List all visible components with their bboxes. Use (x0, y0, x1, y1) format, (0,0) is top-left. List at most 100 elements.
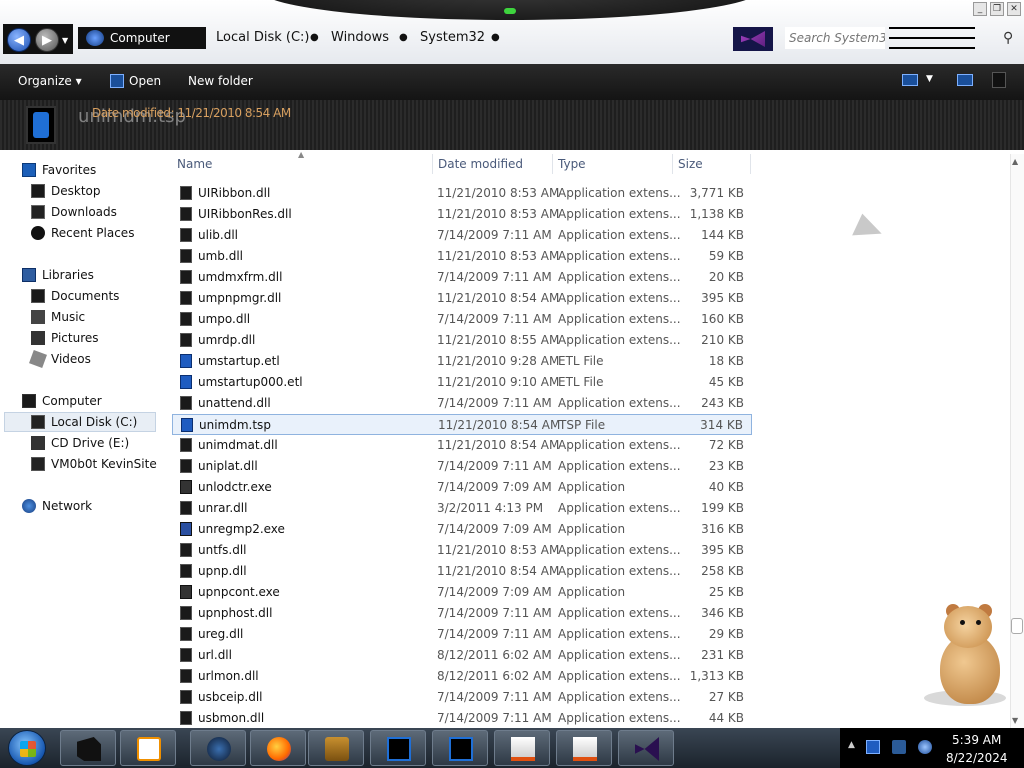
table-row[interactable]: usbmon.dll 7/14/2009 7:11 AM Application e… (172, 708, 752, 728)
table-row[interactable]: upnphost.dll 7/14/2009 7:11 AM Application… (172, 603, 752, 624)
search-icon[interactable]: ⚲ (1003, 30, 1013, 46)
tray-app-icon[interactable] (866, 740, 880, 754)
column-header-date[interactable]: Date modified (438, 157, 523, 171)
column-header-size[interactable]: Size (678, 157, 703, 171)
nav-recent-places[interactable]: Recent Places (31, 226, 134, 240)
network-status-icon[interactable] (892, 740, 906, 754)
taskbar-box-app[interactable] (308, 730, 364, 766)
table-row[interactable]: ulib.dll 7/14/2009 7:11 AM Application ext… (172, 225, 752, 246)
table-row[interactable]: umrdp.dll 11/21/2010 8:55 AM Application e… (172, 330, 752, 351)
nav-pictures[interactable]: Pictures (31, 331, 99, 345)
table-row[interactable]: UIRibbon.dll 11/21/2010 8:53 AM Applicatio… (172, 183, 752, 204)
nav-label: Favorites (42, 163, 97, 177)
help-icon[interactable] (992, 72, 1006, 88)
nav-network[interactable]: Network (22, 499, 92, 513)
close-button[interactable]: ✕ (1007, 2, 1021, 16)
nav-videos[interactable]: Videos (29, 350, 91, 368)
open-button[interactable]: Open (129, 74, 161, 88)
table-row[interactable]: urlmon.dll 8/12/2011 6:02 AM Application e… (172, 666, 752, 687)
view-dropdown-icon[interactable]: ▼ (926, 74, 933, 84)
nav-libraries[interactable]: Libraries (22, 268, 94, 282)
table-row[interactable]: untfs.dll 11/21/2010 8:53 AM Application e… (172, 540, 752, 561)
taskbar-terminal-app[interactable] (60, 730, 116, 766)
file-preview-icon (26, 106, 56, 144)
nav-local-disk[interactable]: Local Disk (C:) (31, 415, 137, 429)
taskbar-media-player-app[interactable] (120, 730, 176, 766)
view-options-icon[interactable] (902, 74, 918, 86)
table-row[interactable]: unattend.dll 7/14/2009 7:11 AM Application… (172, 393, 752, 414)
taskbar-globe-app[interactable] (190, 730, 246, 766)
breadcrumb-system32[interactable]: System32 (420, 30, 485, 45)
nav-downloads[interactable]: Downloads (31, 205, 117, 219)
clock-date[interactable]: 8/22/2024 (946, 751, 1008, 765)
column-header-name[interactable]: Name (177, 157, 212, 171)
table-row[interactable]: umstartup000.etl 11/21/2010 9:10 AM ETL Fi… (172, 372, 752, 393)
nav-favorites[interactable]: Favorites (22, 163, 96, 177)
visual-studio-icon[interactable] (733, 27, 773, 51)
table-row[interactable]: upnp.dll 11/21/2010 8:54 AM Application ex… (172, 561, 752, 582)
file-name: ulib.dll (198, 228, 238, 242)
taskbar-java-app-2[interactable] (556, 730, 612, 766)
table-row[interactable]: unregmp2.exe 7/14/2009 7:09 AM Application… (172, 519, 752, 540)
new-folder-button[interactable]: New folder (188, 74, 253, 88)
breadcrumb-local-disk[interactable]: Local Disk (C:) (216, 30, 309, 45)
column-divider[interactable] (672, 154, 673, 174)
table-row-selected[interactable]: unimdm.tsp 11/21/2010 8:54 AM TSP File 314 … (172, 414, 752, 435)
table-row[interactable]: umpnpmgr.dll 11/21/2010 8:54 AM Applicatio… (172, 288, 752, 309)
nav-network-drive[interactable]: VM0b0t KevinSite (31, 457, 157, 471)
breadcrumb-separator-icon[interactable]: ● (310, 32, 319, 43)
taskbar-explorer-app-1[interactable] (370, 730, 426, 766)
breadcrumb-windows[interactable]: Windows (331, 30, 389, 45)
search-box[interactable] (785, 27, 975, 51)
table-row[interactable]: uniplat.dll 7/14/2009 7:11 AM Application … (172, 456, 752, 477)
table-row[interactable]: upnpcont.exe 7/14/2009 7:09 AM Application… (172, 582, 752, 603)
nav-label: Computer (42, 394, 102, 408)
column-divider[interactable] (552, 154, 553, 174)
nav-music[interactable]: Music (31, 310, 85, 324)
back-button[interactable]: ◀ (7, 28, 31, 52)
table-row[interactable]: unrar.dll 3/2/2011 4:13 PM Application ext… (172, 498, 752, 519)
table-row[interactable]: UIRibbonRes.dll 11/21/2010 8:53 AM Applica… (172, 204, 752, 225)
scroll-up-arrow-icon[interactable]: ▲ (1012, 157, 1018, 166)
scroll-thumb[interactable] (1011, 618, 1023, 634)
scroll-down-arrow-icon[interactable]: ▼ (1012, 716, 1018, 725)
restore-button[interactable]: ❐ (990, 2, 1004, 16)
table-row[interactable]: umdmxfrm.dll 7/14/2009 7:11 AM Application… (172, 267, 752, 288)
nav-label: Pictures (51, 331, 99, 345)
taskbar-visual-studio-app[interactable] (618, 730, 674, 766)
column-header-type[interactable]: Type (558, 157, 586, 171)
table-row[interactable]: unlodctr.exe 7/14/2009 7:09 AM Application… (172, 477, 752, 498)
hamster-desktop-pet[interactable] (924, 604, 1010, 708)
minimize-button[interactable]: _ (973, 2, 987, 16)
table-row[interactable]: umstartup.etl 11/21/2010 9:28 AM ETL File 1… (172, 351, 752, 372)
forward-button[interactable]: ▶ (35, 28, 59, 52)
table-row[interactable]: ureg.dll 7/14/2009 7:11 AM Application ext… (172, 624, 752, 645)
taskbar-explorer-app-2[interactable] (432, 730, 488, 766)
search-input[interactable] (785, 27, 885, 49)
table-row[interactable]: usbceip.dll 7/14/2009 7:11 AM Application … (172, 687, 752, 708)
volume-icon[interactable] (918, 740, 932, 754)
nav-cd-drive[interactable]: CD Drive (E:) (31, 436, 129, 450)
clock-time[interactable]: 5:39 AM (952, 733, 1001, 747)
column-divider[interactable] (750, 154, 751, 174)
show-hidden-icons-icon[interactable]: ▲ (848, 740, 855, 750)
vertical-scrollbar[interactable] (1010, 154, 1024, 728)
preview-pane-icon[interactable] (957, 74, 973, 86)
table-row[interactable]: umb.dll 11/21/2010 8:53 AM Application ext… (172, 246, 752, 267)
organize-button[interactable]: Organize ▾ (18, 74, 82, 88)
start-button[interactable] (8, 730, 46, 766)
taskbar-firefox-app[interactable] (250, 730, 306, 766)
file-size: 231 KB (701, 648, 744, 662)
breadcrumb-separator-icon[interactable]: ● (399, 32, 408, 43)
breadcrumb-computer[interactable]: Computer (78, 27, 206, 49)
nav-desktop[interactable]: Desktop (31, 184, 101, 198)
column-divider[interactable] (432, 154, 433, 174)
recent-pages-dropdown[interactable]: ▼ (62, 36, 68, 45)
table-row[interactable]: unimdmat.dll 11/21/2010 8:54 AM Applicatio… (172, 435, 752, 456)
breadcrumb-separator-icon[interactable]: ● (491, 32, 500, 43)
nav-computer[interactable]: Computer (22, 394, 102, 408)
table-row[interactable]: url.dll 8/12/2011 6:02 AM Application exte… (172, 645, 752, 666)
table-row[interactable]: umpo.dll 7/14/2009 7:11 AM Application ext… (172, 309, 752, 330)
nav-documents[interactable]: Documents (31, 289, 119, 303)
taskbar-java-app-1[interactable] (494, 730, 550, 766)
